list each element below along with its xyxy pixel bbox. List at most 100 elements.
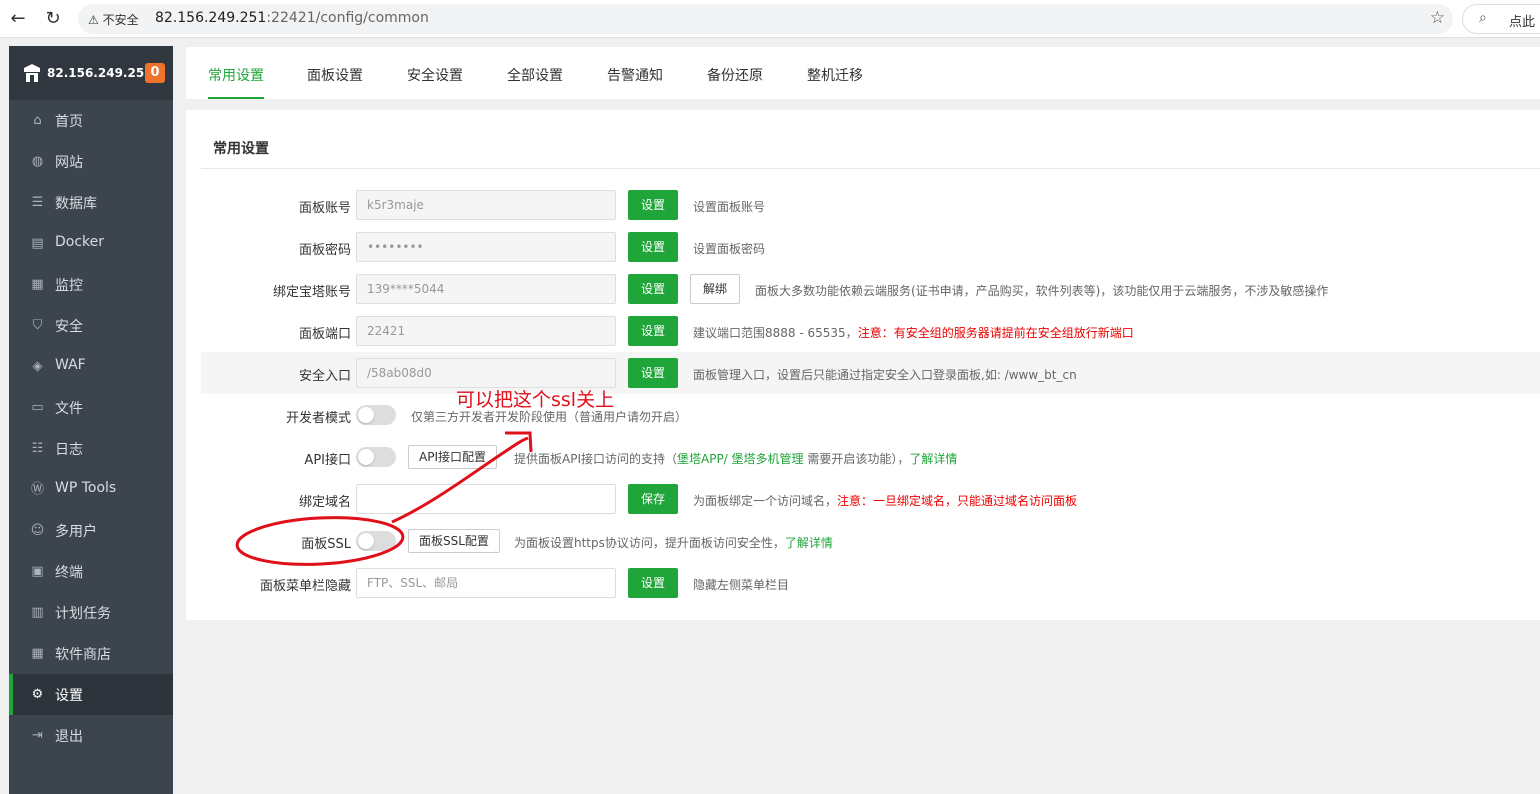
database-icon: ☰ (31, 195, 44, 210)
tab-all[interactable]: 全部设置 (507, 65, 563, 85)
sidebar-item[interactable]: ⇥ 退出 (9, 715, 173, 756)
port-input[interactable]: 22421 (356, 316, 616, 346)
sidebar-item[interactable]: ⌂ 首页 (9, 100, 173, 141)
row-desc: 设置面板账号 (693, 200, 766, 214)
row-desc: 为面板绑定一个访问域名，注意：一旦绑定域名，只能通过域名访问面板 (693, 494, 1078, 508)
sidebar-item[interactable]: ◍ 网站 (9, 141, 173, 182)
docker-icon: ▤ (31, 236, 44, 251)
sidebar-item[interactable]: ▦ 监控 (9, 264, 173, 305)
users-icon: ☺ (30, 523, 45, 538)
address-bar[interactable]: ⚠ 不安全 82.156.249.251:22421/config/common… (78, 4, 1453, 34)
logout-icon: ⇥ (32, 728, 43, 743)
row-ssl: 面板SSL 面板SSL配置 为面板设置https协议访问，提升面板访问安全性，了… (201, 520, 1540, 562)
row-label: 绑定宝塔账号 (272, 285, 351, 300)
notification-badge[interactable]: 0 (145, 63, 165, 83)
ssl-toggle[interactable] (356, 531, 396, 551)
log-icon: ☷ (31, 441, 44, 456)
sidebar-item-label: 数据库 (55, 196, 97, 212)
sidebar-item[interactable]: ☰ 数据库 (9, 182, 173, 223)
row-label: 面板密码 (298, 243, 351, 258)
monitor-icon: ▦ (31, 277, 44, 292)
row-label: API接口 (304, 453, 351, 468)
row-label: 面板菜单栏隐藏 (259, 579, 351, 594)
row-label: 面板账号 (298, 201, 351, 216)
divider (201, 168, 1540, 169)
sidebar-item-label: 监控 (55, 278, 83, 294)
save-domain-button[interactable]: 保存 (628, 484, 678, 514)
row-domain: 绑定域名 保存 为面板绑定一个访问域名，注意：一旦绑定域名，只能通过域名访问面板 (201, 478, 1540, 520)
sidebar-item[interactable]: ▤ Docker (9, 223, 173, 264)
row-api: API接口 API接口配置 提供面板API接口访问的支持（堡塔APP/ 堡塔多机… (201, 436, 1540, 478)
tab-security[interactable]: 安全设置 (407, 65, 463, 85)
sidebar-item[interactable]: ☷ 日志 (9, 428, 173, 469)
set-port-button[interactable]: 设置 (628, 316, 678, 346)
sidebar-item[interactable]: ◈ WAF (9, 346, 173, 387)
browser-search-box[interactable]: ⌕ 点此 (1462, 4, 1540, 34)
row-desc: 为面板设置https协议访问，提升面板访问安全性，了解详情 (514, 536, 833, 550)
sidebar-item[interactable]: ▥ 计划任务 (9, 592, 173, 633)
sidebar-item[interactable]: ⚙ 设置 (9, 674, 173, 715)
sidebar-item-label: 退出 (55, 729, 83, 745)
sidebar-item[interactable]: ⛉ 安全 (9, 305, 173, 346)
back-arrow-icon[interactable]: ← (8, 9, 28, 29)
dev-mode-toggle[interactable] (356, 405, 396, 425)
sidebar-item[interactable]: ▣ 终端 (9, 551, 173, 592)
row-desc: 面板大多数功能依赖云端服务(证书申请，产品购买，软件列表等)，该功能仅用于云端服… (755, 284, 1329, 298)
account-input[interactable]: k5r3maje (356, 190, 616, 220)
set-password-button[interactable]: 设置 (628, 232, 678, 262)
ssl-config-button[interactable]: 面板SSL配置 (408, 529, 500, 553)
row-desc: 面板管理入口，设置后只能通过指定安全入口登录面板,如: /www_bt_cn (693, 368, 1077, 382)
wordpress-icon: Ⓦ (30, 482, 44, 497)
api-toggle[interactable] (356, 447, 396, 467)
set-entry-button[interactable]: 设置 (628, 358, 678, 388)
sidebar-item-label: 终端 (55, 565, 83, 581)
sidebar-item[interactable]: ☺ 多用户 (9, 510, 173, 551)
row-security-entry: 安全入口 /58ab08d0 设置 面板管理入口，设置后只能通过指定安全入口登录… (201, 352, 1540, 394)
home-icon: ⌂ (33, 113, 42, 128)
tab-backup[interactable]: 备份还原 (707, 65, 763, 85)
set-account-button[interactable]: 设置 (628, 190, 678, 220)
sidebar-item[interactable]: ▭ 文件 (9, 387, 173, 428)
tab-common[interactable]: 常用设置 (208, 65, 264, 99)
calendar-icon: ▥ (31, 605, 44, 620)
sidebar-item-label: 日志 (55, 442, 83, 458)
row-desc: 建议端口范围8888 - 65535，注意：有安全组的服务器请提前在安全组放行新… (693, 326, 1134, 340)
settings-card: 常用设置 面板账号 k5r3maje 设置 设置面板账号 面板密码 ••••••… (186, 110, 1540, 620)
tab-panel[interactable]: 面板设置 (307, 65, 363, 85)
card-title: 常用设置 (213, 141, 269, 157)
password-input[interactable]: •••••••• (356, 232, 616, 262)
set-menu-hide-button[interactable]: 设置 (628, 568, 678, 598)
row-desc: 提供面板API接口访问的支持（堡塔APP/ 堡塔多机管理 需要开启该功能），了解… (514, 452, 958, 466)
row-account: 面板账号 k5r3maje 设置 设置面板账号 (201, 184, 1540, 226)
security-entry-input[interactable]: /58ab08d0 (356, 358, 616, 388)
settings-tabs: 常用设置 面板设置 安全设置 全部设置 告警通知 备份还原 整机迁移 (186, 47, 1540, 99)
bt-logo-icon (24, 64, 40, 82)
insecure-indicator[interactable]: ⚠ 不安全 (88, 11, 139, 28)
row-desc: 设置面板密码 (693, 242, 766, 256)
browser-toolbar: ← ↻ ⚠ 不安全 82.156.249.251:22421/config/co… (0, 0, 1540, 38)
set-bt-account-button[interactable]: 设置 (628, 274, 678, 304)
sidebar-item[interactable]: Ⓦ WP Tools (9, 469, 173, 510)
sidebar-item-label: 设置 (55, 688, 83, 704)
sidebar-item-label: 软件商店 (55, 647, 111, 663)
reload-icon[interactable]: ↻ (43, 9, 63, 29)
menu-hide-input[interactable]: FTP、SSL、邮局 (356, 568, 616, 598)
learn-more-link[interactable]: 了解详情 (785, 536, 833, 550)
sidebar-item-label: 文件 (55, 401, 83, 417)
annotation-text: 可以把这个ssl关上 (456, 389, 615, 411)
bt-account-input[interactable]: 139****5044 (356, 274, 616, 304)
domain-input[interactable] (356, 484, 616, 514)
unbind-button[interactable]: 解绑 (690, 274, 740, 304)
sidebar-item-label: Docker (55, 234, 105, 250)
sidebar-item[interactable]: ▦ 软件商店 (9, 633, 173, 674)
bookmark-star-icon[interactable]: ☆ (1430, 8, 1445, 28)
sidebar-item-label: 网站 (55, 155, 83, 171)
row-label: 开发者模式 (285, 411, 351, 426)
sidebar-item-label: 多用户 (55, 524, 97, 540)
search-placeholder: 点此 (1509, 15, 1536, 30)
tab-alerts[interactable]: 告警通知 (607, 65, 663, 85)
api-config-button[interactable]: API接口配置 (408, 445, 497, 469)
row-port: 面板端口 22421 设置 建议端口范围8888 - 65535，注意：有安全组… (201, 310, 1540, 352)
tab-migrate[interactable]: 整机迁移 (807, 65, 863, 85)
learn-more-link[interactable]: 了解详情 (909, 452, 957, 466)
